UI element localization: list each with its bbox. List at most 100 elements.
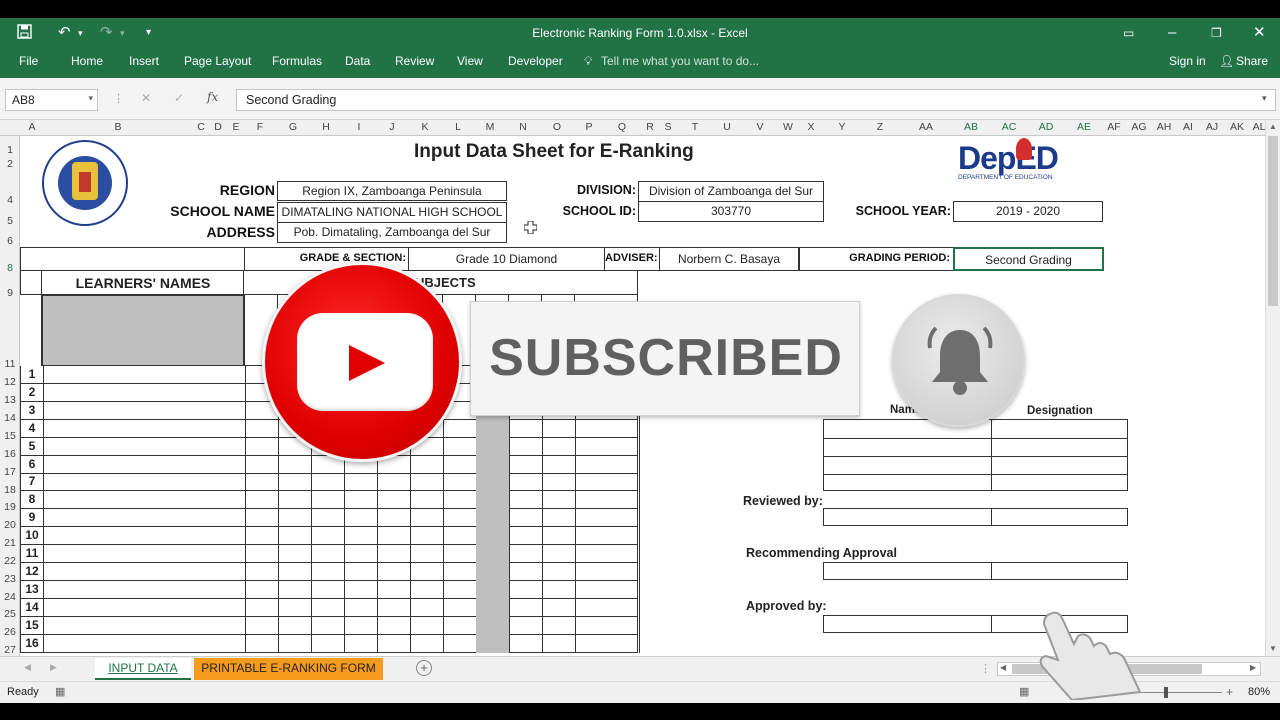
hscroll-left-icon[interactable]: ◀ [1000,663,1006,672]
column-header[interactable]: S [658,121,678,133]
column-header[interactable]: W [778,121,798,133]
hscroll-right-icon[interactable]: ▶ [1250,663,1256,672]
column-header[interactable]: N [513,121,533,133]
tab-home[interactable]: Home [71,54,103,68]
signatory-box[interactable] [823,562,1128,580]
column-header[interactable]: D [208,121,228,133]
column-header[interactable]: A [22,121,42,133]
learner-row[interactable]: 14 [20,598,640,617]
column-header[interactable]: R [640,121,660,133]
column-header[interactable]: AK [1227,121,1247,133]
column-header[interactable]: F [250,121,270,133]
tab-scroll-right-icon[interactable]: ▶ [50,662,57,673]
column-header[interactable]: B [108,121,128,133]
row-header[interactable]: 15 [0,430,20,442]
minimize-icon[interactable]: – [1168,24,1176,42]
signatory-box[interactable] [823,419,1128,491]
sheet-tab-input-data[interactable]: INPUT DATA [95,658,191,680]
row-header[interactable]: 1 [0,144,20,156]
ribbon-display-icon[interactable]: ▭ [1123,24,1134,42]
tab-insert[interactable]: Insert [129,54,159,68]
tab-scroll-left-icon[interactable]: ◀ [24,662,31,673]
column-header[interactable]: X [801,121,821,133]
row-header[interactable]: 14 [0,412,20,424]
column-header[interactable]: AB [961,121,981,133]
column-header[interactable]: AE [1074,121,1094,133]
learner-row[interactable]: 9 [20,509,640,528]
row-header[interactable]: 19 [0,501,20,513]
region-value[interactable]: Region IX, Zamboanga Peninsula [277,181,507,201]
column-header[interactable]: Z [870,121,890,133]
vertical-scrollbar[interactable]: ▲ ▼ [1265,120,1280,656]
learner-row[interactable]: 15 [20,616,640,635]
fx-icon[interactable]: fx [207,90,218,104]
row-header[interactable]: 21 [0,537,20,549]
cancel-icon[interactable]: ✕ [141,91,151,105]
row-header[interactable]: 5 [0,215,20,227]
column-header[interactable]: J [382,121,402,133]
close-icon[interactable]: ✕ [1253,24,1266,42]
row-header[interactable]: 12 [0,376,20,388]
tab-data[interactable]: Data [345,54,370,68]
expand-formula-icon[interactable]: ▾ [1262,93,1267,104]
division-value[interactable]: Division of Zamboanga del Sur [638,181,824,202]
column-header[interactable]: AF [1104,121,1124,133]
scroll-up-icon[interactable]: ▲ [1269,122,1277,131]
select-all-corner[interactable] [4,123,16,133]
row-header[interactable]: 17 [0,466,20,478]
adviser-value[interactable]: Norbern C. Basaya [659,247,799,271]
name-box-dropdown-icon[interactable]: ▾ [88,93,93,104]
column-header[interactable]: H [316,121,336,133]
learner-row[interactable]: 16 [20,634,640,653]
row-header[interactable]: 24 [0,591,20,603]
grading-period-cell-selected[interactable]: Second Grading [953,247,1104,271]
sheet-tab-printable-form[interactable]: PRINTABLE E-RANKING FORM [194,658,383,680]
learner-row[interactable]: 8 [20,491,640,510]
enter-icon[interactable]: ✓ [174,91,184,105]
vertical-scroll-thumb[interactable] [1268,136,1278,306]
column-header[interactable]: O [547,121,567,133]
address-value[interactable]: Pob. Dimataling, Zamboanga del Sur [277,222,507,243]
sign-in-link[interactable]: Sign in [1169,54,1206,68]
row-header[interactable]: 11 [0,358,20,370]
row-header[interactable]: 27 [0,644,20,656]
tab-formulas[interactable]: Formulas [272,54,322,68]
zoom-in-icon[interactable]: + [1226,685,1233,699]
learner-row[interactable]: 11 [20,545,640,563]
tab-developer[interactable]: Developer [508,54,563,68]
normal-view-icon[interactable]: ▦ [1019,685,1029,698]
column-header[interactable]: K [415,121,435,133]
row-header[interactable]: 13 [0,394,20,406]
column-header[interactable]: E [226,121,246,133]
row-header[interactable]: 9 [0,287,20,299]
formula-input[interactable]: Second Grading [236,89,1276,111]
signatory-box[interactable] [823,508,1128,526]
learner-row[interactable]: 7 [20,473,640,492]
name-box[interactable]: AB8 ▾ [5,89,98,111]
column-header[interactable]: Q [612,121,632,133]
row-header[interactable]: 26 [0,626,20,638]
column-header[interactable]: AI [1178,121,1198,133]
column-header[interactable]: AD [1036,121,1056,133]
row-header[interactable]: 18 [0,484,20,496]
row-header[interactable]: 23 [0,573,20,585]
school-year-value[interactable]: 2019 - 2020 [953,201,1103,222]
column-header[interactable]: L [448,121,468,133]
row-header[interactable]: 25 [0,608,20,620]
column-header[interactable]: M [480,121,500,133]
column-header[interactable]: G [283,121,303,133]
split-handle-icon[interactable]: ⋮ [980,662,991,675]
macro-record-icon[interactable]: ▦ [55,685,65,698]
tab-review[interactable]: Review [395,54,434,68]
row-header[interactable]: 22 [0,555,20,567]
grade-section-value[interactable]: Grade 10 Diamond [408,247,605,271]
column-header[interactable]: I [349,121,369,133]
tab-view[interactable]: View [457,54,483,68]
learner-row[interactable]: 12 [20,562,640,581]
column-header[interactable]: Y [832,121,852,133]
scroll-down-icon[interactable]: ▼ [1269,644,1277,653]
learner-row[interactable]: 13 [20,580,640,599]
learner-row[interactable]: 10 [20,527,640,546]
row-header[interactable]: 4 [0,194,20,206]
column-header[interactable]: V [750,121,770,133]
